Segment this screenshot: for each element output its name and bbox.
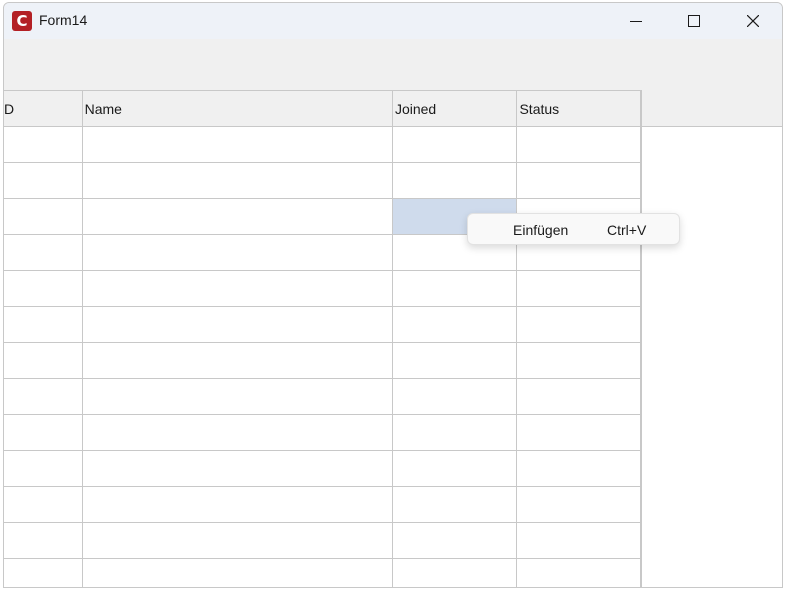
title-bar[interactable]: C Form14	[4, 3, 782, 39]
table-cell[interactable]	[391, 306, 518, 343]
table-cell[interactable]	[516, 558, 641, 587]
table-cell[interactable]	[4, 270, 83, 307]
table-cell[interactable]	[516, 414, 641, 451]
menu-item-shortcut: Ctrl+V	[607, 222, 647, 238]
table-cell[interactable]	[81, 126, 393, 163]
grid-table: D Name Joined Status	[4, 90, 641, 587]
table-cell[interactable]	[391, 414, 518, 451]
menu-item-paste[interactable]: Einfügen Ctrl+V	[472, 217, 675, 241]
table-cell[interactable]	[4, 126, 83, 163]
table-row[interactable]	[4, 378, 641, 415]
table-row[interactable]	[4, 162, 641, 199]
table-cell[interactable]	[391, 126, 518, 163]
table-cell[interactable]	[4, 306, 83, 343]
table-cell[interactable]	[4, 342, 83, 379]
table-cell[interactable]	[516, 162, 641, 199]
table-cell[interactable]	[391, 378, 518, 415]
table-cell[interactable]	[81, 306, 393, 343]
table-row[interactable]	[4, 126, 641, 163]
grid-header-row: D Name Joined Status	[4, 90, 641, 127]
table-cell[interactable]	[81, 162, 393, 199]
table-cell[interactable]	[391, 270, 518, 307]
table-cell[interactable]	[81, 378, 393, 415]
close-button[interactable]	[725, 3, 781, 39]
table-cell[interactable]	[81, 414, 393, 451]
column-header-joined[interactable]: Joined	[391, 90, 518, 127]
table-cell[interactable]	[516, 270, 641, 307]
table-cell[interactable]	[516, 342, 641, 379]
table-cell[interactable]	[81, 486, 393, 523]
table-row[interactable]	[4, 270, 641, 307]
table-cell[interactable]	[4, 162, 83, 199]
table-cell[interactable]	[81, 270, 393, 307]
table-row[interactable]	[4, 414, 641, 451]
table-cell[interactable]	[81, 450, 393, 487]
table-cell[interactable]	[81, 234, 393, 271]
app-icon: C	[12, 11, 32, 31]
table-cell[interactable]	[4, 414, 83, 451]
table-row[interactable]	[4, 486, 641, 523]
table-row[interactable]	[4, 558, 641, 587]
table-cell[interactable]	[4, 486, 83, 523]
table-row[interactable]	[4, 450, 641, 487]
toolbar-area	[4, 39, 782, 91]
table-cell[interactable]	[516, 306, 641, 343]
table-cell[interactable]	[81, 522, 393, 559]
table-cell[interactable]	[391, 342, 518, 379]
table-row[interactable]	[4, 306, 641, 343]
table-cell[interactable]	[81, 198, 393, 235]
table-cell[interactable]	[4, 558, 83, 587]
table-cell[interactable]	[4, 378, 83, 415]
table-cell[interactable]	[4, 234, 83, 271]
minimize-button[interactable]	[608, 3, 664, 39]
table-cell[interactable]	[81, 558, 393, 587]
table-cell[interactable]	[391, 522, 518, 559]
table-cell[interactable]	[516, 450, 641, 487]
table-cell[interactable]	[516, 126, 641, 163]
grid-empty-area	[641, 90, 782, 587]
data-grid[interactable]: D Name Joined Status	[4, 90, 641, 587]
table-cell[interactable]	[391, 486, 518, 523]
column-header-status[interactable]: Status	[516, 90, 641, 127]
table-cell[interactable]	[81, 342, 393, 379]
table-cell[interactable]	[4, 522, 83, 559]
table-cell[interactable]	[516, 522, 641, 559]
grid-body	[4, 126, 641, 587]
table-cell[interactable]	[516, 378, 641, 415]
close-icon	[747, 15, 759, 27]
table-cell[interactable]	[391, 450, 518, 487]
maximize-button[interactable]	[666, 3, 722, 39]
table-cell[interactable]	[391, 162, 518, 199]
context-menu: Einfügen Ctrl+V	[467, 213, 680, 245]
maximize-icon	[688, 15, 700, 27]
column-header-name[interactable]: Name	[81, 90, 393, 127]
app-window: C Form14 D Name Joined Status Einfügen C…	[3, 2, 783, 588]
table-cell[interactable]	[516, 486, 641, 523]
table-cell[interactable]	[4, 198, 83, 235]
column-header-id[interactable]: D	[4, 90, 83, 127]
table-cell[interactable]	[391, 558, 518, 587]
minimize-icon	[630, 21, 642, 22]
menu-item-label: Einfügen	[513, 222, 569, 238]
table-row[interactable]	[4, 342, 641, 379]
grid-header-filler	[641, 90, 782, 127]
window-title: Form14	[39, 12, 88, 28]
table-row[interactable]	[4, 522, 641, 559]
table-cell[interactable]	[4, 450, 83, 487]
